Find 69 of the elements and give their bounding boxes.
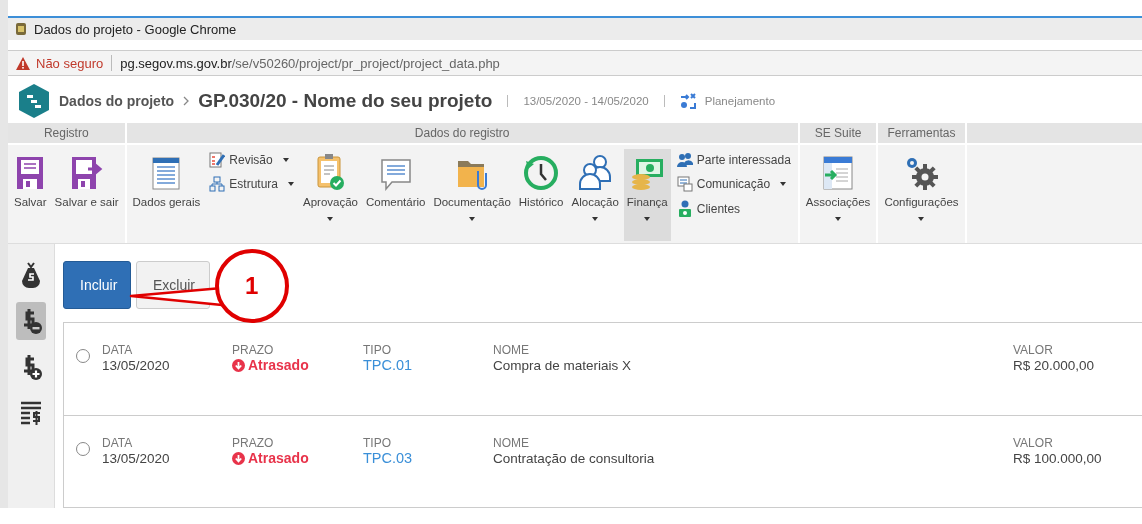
window-title: Dados do projeto - Google Chrome bbox=[34, 21, 237, 37]
field-label: NOME bbox=[493, 343, 530, 358]
chevron-icon bbox=[183, 95, 190, 106]
clipboard-check-icon bbox=[315, 153, 346, 192]
gears-icon bbox=[904, 155, 939, 192]
date-value: 13/05/2020 bbox=[102, 358, 171, 373]
site-icon bbox=[14, 22, 28, 36]
status-label: Atrasado bbox=[232, 451, 363, 466]
field-label: VALOR bbox=[1013, 436, 1054, 451]
field-label: PRAZO bbox=[232, 436, 275, 451]
down-arrow-icon bbox=[232, 452, 245, 465]
down-arrow-icon bbox=[232, 359, 245, 372]
security-label[interactable]: Não seguro bbox=[36, 55, 104, 71]
person-money-icon bbox=[676, 200, 693, 219]
field-label: PRAZO bbox=[232, 343, 275, 358]
ribbon-button[interactable]: Documentação bbox=[430, 149, 514, 242]
people-icon bbox=[578, 153, 613, 192]
ribbon-button[interactable]: Associações bbox=[802, 149, 874, 242]
value-amount: R$ 100.000,00 bbox=[1013, 451, 1102, 466]
floppy-disk-arrow-icon bbox=[69, 155, 104, 192]
ribbon-button[interactable]: Histórico bbox=[515, 149, 567, 242]
field-label: VALOR bbox=[1013, 343, 1054, 358]
warning-icon bbox=[16, 56, 30, 70]
ribbon-button[interactable]: Finança bbox=[623, 149, 671, 242]
name-value: Compra de materiais X bbox=[493, 358, 633, 373]
ribbon-menu-item[interactable]: Revisão bbox=[209, 152, 294, 169]
hierarchy-icon bbox=[209, 176, 226, 193]
pencil-checklist-icon bbox=[209, 152, 226, 169]
ribbon-button[interactable]: Dados gerais bbox=[129, 149, 204, 242]
ribbon-menu-item[interactable]: Clientes bbox=[676, 200, 791, 219]
breadcrumb-link[interactable]: Dados do projeto bbox=[59, 92, 175, 109]
field-label: DATA bbox=[102, 436, 134, 451]
ribbon-button[interactable]: Configurações bbox=[881, 149, 962, 242]
name-value: Contratação de consultoria bbox=[493, 451, 656, 466]
ribbon-button[interactable]: Comentário bbox=[362, 149, 429, 242]
status-label: Planejamento bbox=[704, 94, 776, 107]
ribbon-button[interactable]: Alocação bbox=[568, 149, 622, 242]
chat-window-icon bbox=[676, 176, 693, 193]
ribbon-button[interactable]: Salvar bbox=[11, 149, 50, 242]
date-value: 13/05/2020 bbox=[102, 451, 171, 466]
sidebar-tab[interactable] bbox=[16, 302, 46, 340]
field-label: DATA bbox=[102, 343, 134, 358]
group-header: Dados do registro bbox=[126, 123, 798, 146]
group-header: Registro bbox=[8, 123, 125, 146]
project-title: GP.030/20 - Nome do seu projeto bbox=[198, 89, 493, 112]
group-header: Ferramentas bbox=[878, 123, 965, 146]
field-label: NOME bbox=[493, 436, 530, 451]
field-label: TIPO bbox=[363, 436, 392, 451]
money-bag-icon bbox=[21, 261, 41, 289]
field-label: TIPO bbox=[363, 343, 392, 358]
url-text[interactable]: pg.segov.ms.gov.br/se/v50260/project/pr_project/project_data.php bbox=[120, 55, 500, 71]
value-amount: R$ 20.000,00 bbox=[1013, 358, 1095, 373]
app-logo bbox=[18, 82, 50, 119]
add-button[interactable]: Incluir bbox=[63, 261, 131, 309]
history-clock-icon bbox=[523, 155, 560, 192]
callout-number: 1 bbox=[245, 272, 259, 300]
status-icon bbox=[679, 92, 696, 109]
ribbon-button[interactable]: Aprovação bbox=[300, 149, 361, 242]
group-header: SE Suite bbox=[799, 123, 877, 146]
ribbon-menu-item[interactable]: Comunicação bbox=[676, 176, 791, 193]
ribbon-menu-item[interactable]: Estrutura bbox=[209, 176, 294, 193]
people-group-icon bbox=[676, 152, 693, 169]
list-dollar-icon bbox=[20, 400, 42, 426]
ribbon-button[interactable]: Salvar e sair bbox=[51, 149, 122, 242]
speech-bubble-icon bbox=[379, 157, 412, 192]
ribbon-menu-item[interactable]: Parte interessada bbox=[676, 152, 791, 169]
date-range: 13/05/2020 - 14/05/2020 bbox=[523, 94, 649, 107]
status-label: Atrasado bbox=[232, 358, 363, 373]
document-form-icon bbox=[151, 155, 182, 192]
